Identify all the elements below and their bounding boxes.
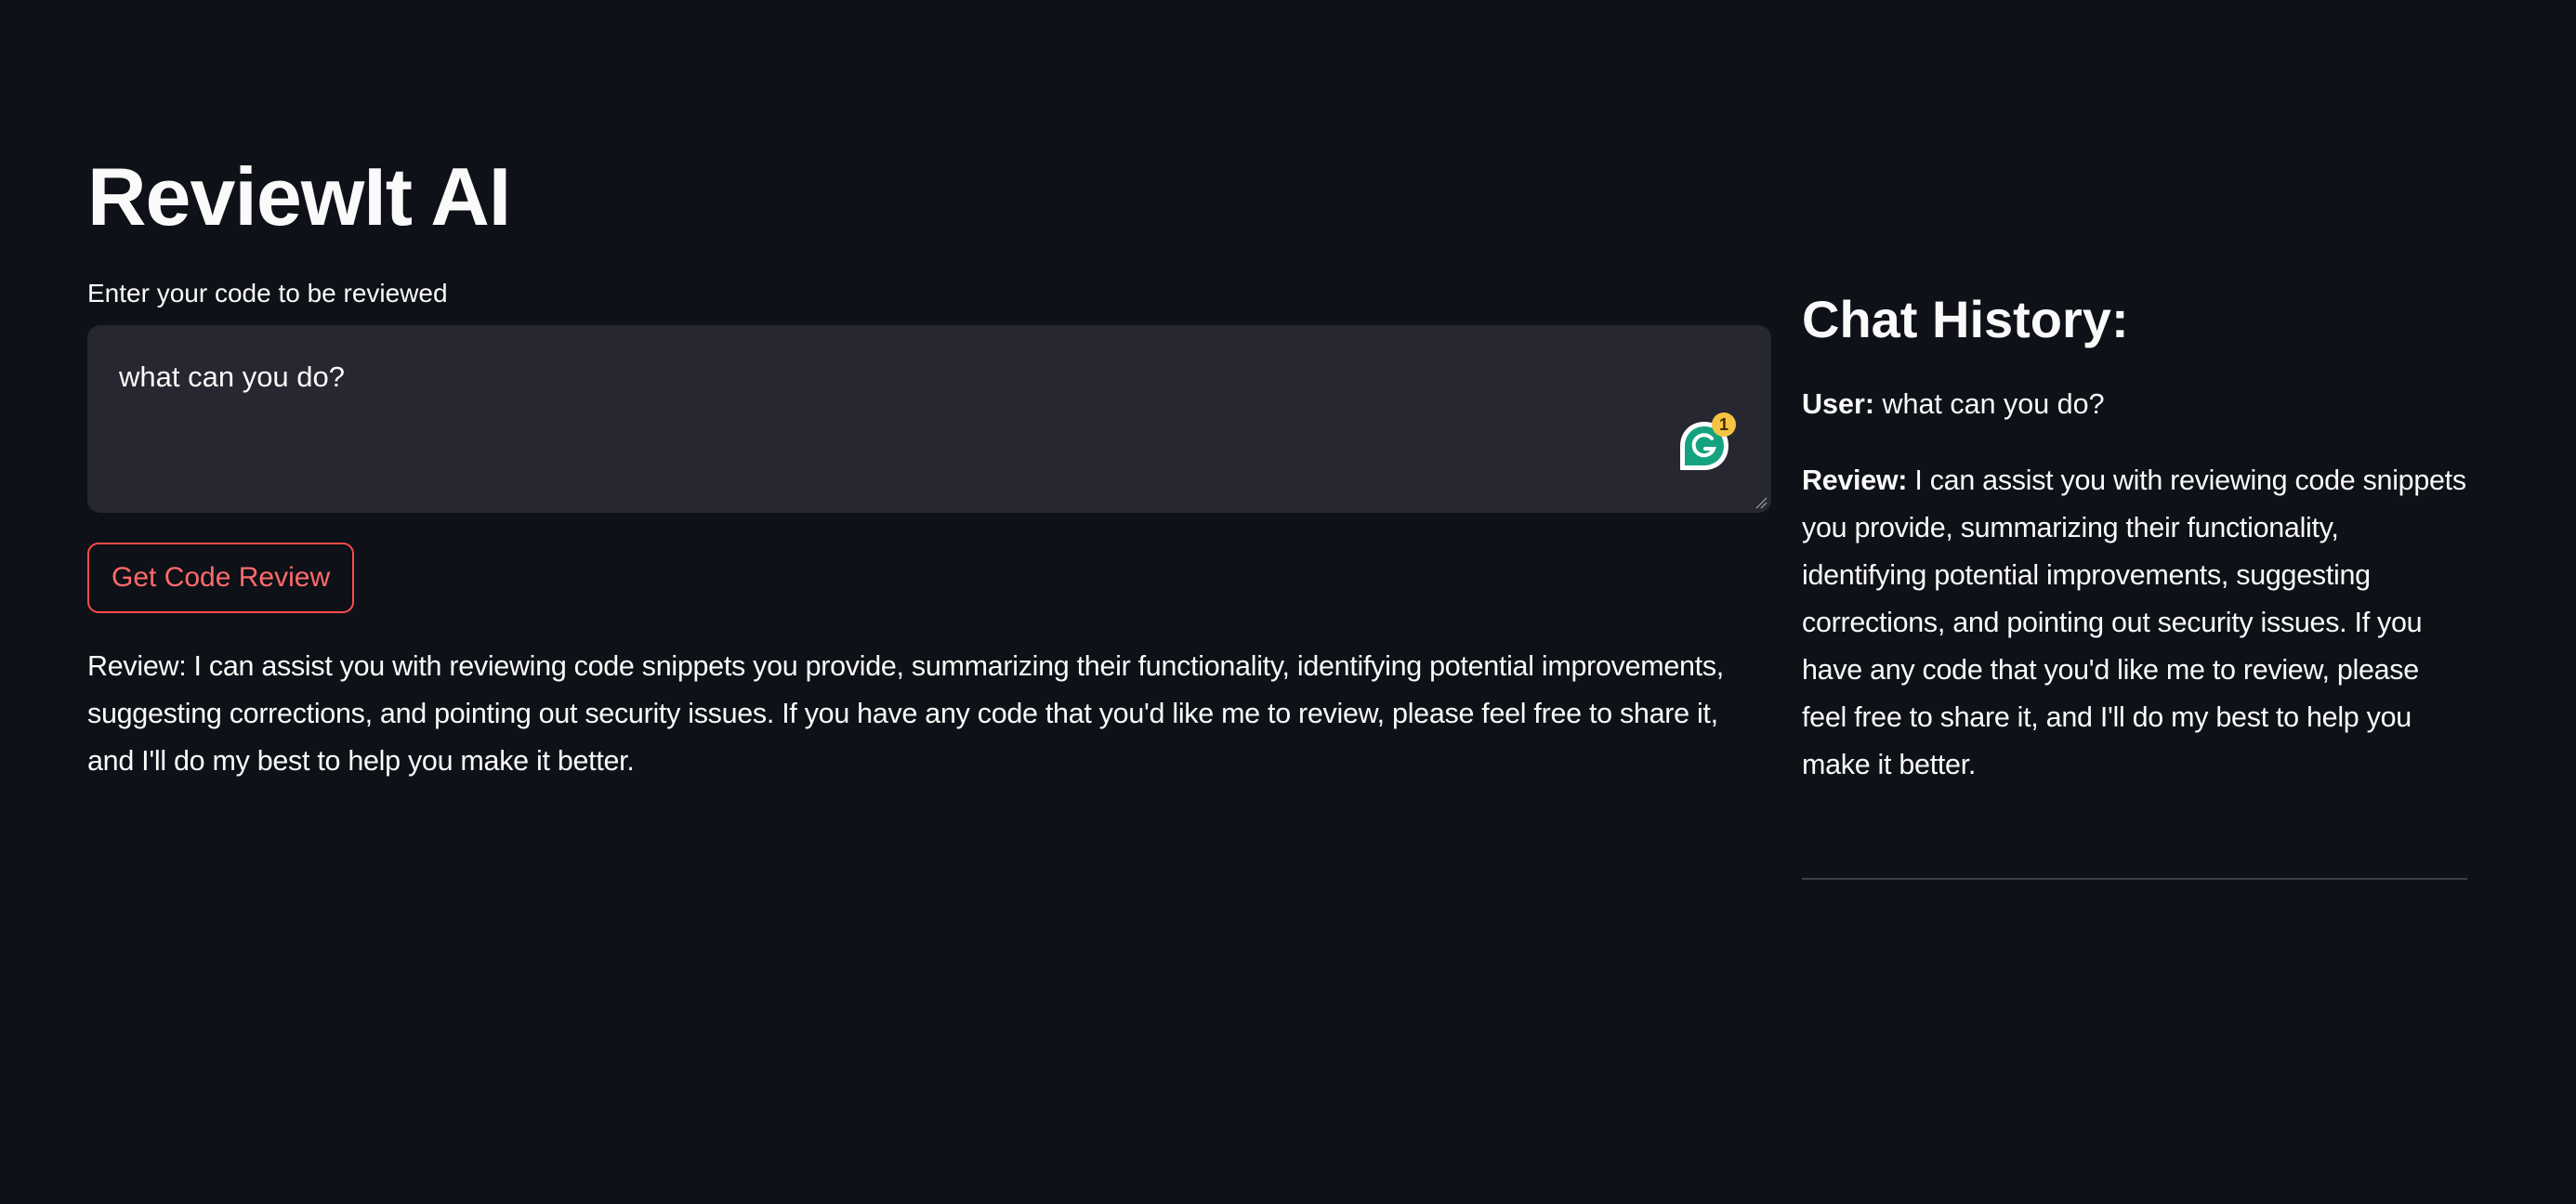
chat-user-message: what can you do? xyxy=(1882,388,2105,420)
chat-review-label: Review: xyxy=(1802,465,1908,496)
page-title: ReviewIt AI xyxy=(87,150,511,242)
chat-divider xyxy=(1802,878,2467,880)
chat-history-title: Chat History: xyxy=(1802,290,2129,348)
grammarly-icon[interactable]: 1 xyxy=(1676,412,1736,474)
get-code-review-button[interactable]: Get Code Review xyxy=(87,543,355,613)
code-input-label: Enter your code to be reviewed xyxy=(87,279,448,308)
code-input[interactable]: what can you do? 1 xyxy=(87,325,1771,513)
code-input-value[interactable]: what can you do? xyxy=(119,357,345,398)
chat-review-message: I can assist you with reviewing code sni… xyxy=(1802,465,2466,780)
chat-review-entry: Review: I can assist you with reviewing … xyxy=(1802,457,2467,789)
grammarly-count-badge: 1 xyxy=(1712,412,1736,437)
resize-handle-icon[interactable] xyxy=(1755,496,1768,509)
chat-user-entry: User: what can you do? xyxy=(1802,381,2105,427)
app-page: ReviewIt AI Enter your code to be review… xyxy=(0,0,2576,1204)
review-output: Review: I can assist you with reviewing … xyxy=(87,650,1724,777)
chat-user-label: User: xyxy=(1802,388,1874,420)
